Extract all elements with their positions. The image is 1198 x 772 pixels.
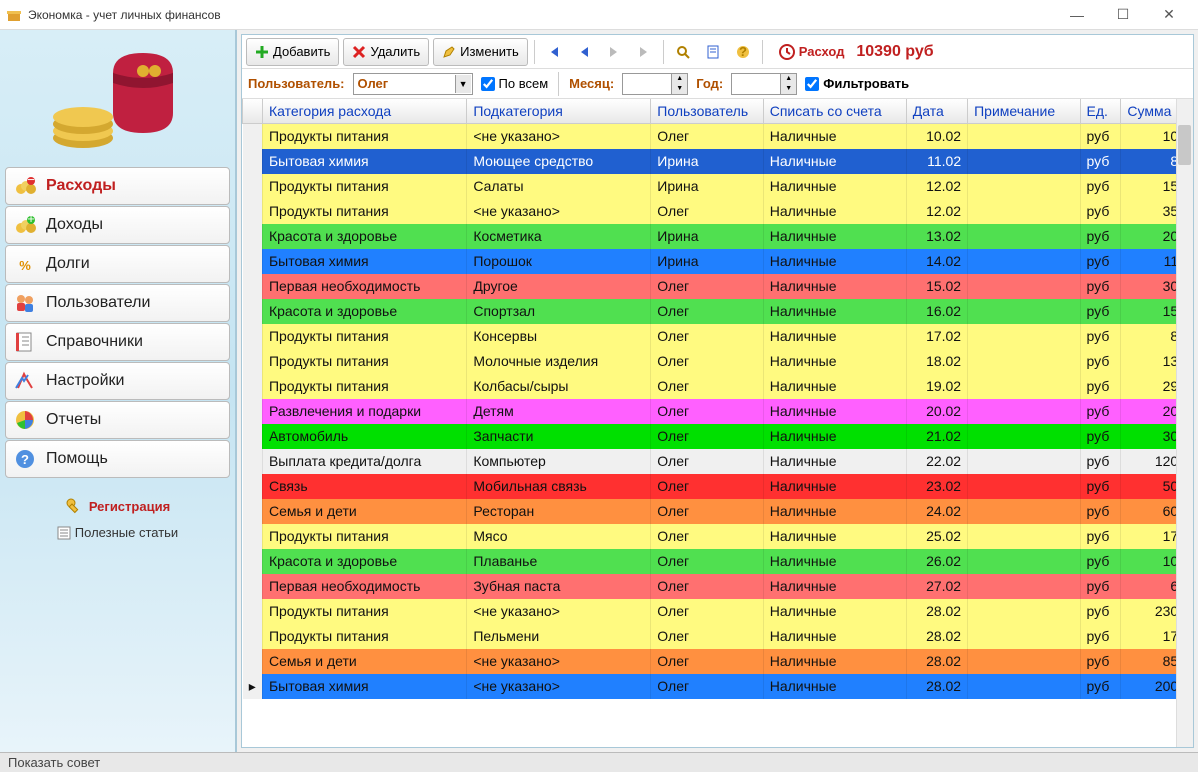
column-header[interactable]: Дата: [906, 99, 967, 124]
maximize-button[interactable]: ☐: [1100, 0, 1146, 30]
sidebar: −Расходы + Доходы% Долги Пользователи Справоч…: [0, 30, 237, 752]
column-header[interactable]: Категория расхода: [262, 99, 466, 124]
svg-text:?: ?: [21, 452, 29, 467]
sidebar-item-6[interactable]: Отчеты: [5, 401, 230, 439]
year-label: Год:: [696, 76, 723, 91]
sidebar-icon: [14, 409, 36, 431]
sidebar-icon: −: [14, 175, 36, 197]
table-row[interactable]: Красота и здоровьеПлаваньеОлегНаличные26…: [243, 549, 1193, 574]
close-button[interactable]: ✕: [1146, 0, 1192, 30]
column-header[interactable]: Ед.: [1080, 99, 1121, 124]
user-label: Пользователь:: [248, 76, 345, 91]
window-title: Экономка - учет личных финансов: [28, 8, 1054, 22]
sidebar-icon: [14, 370, 36, 392]
year-spinner[interactable]: ▲▼: [731, 73, 797, 95]
table-row[interactable]: Красота и здоровьеСпортзалОлегНаличные16…: [243, 299, 1193, 324]
toolbar: Добавить Удалить Изменить ? Расход 10390…: [242, 35, 1193, 69]
app-logo: [38, 38, 198, 158]
content-area: Добавить Удалить Изменить ? Расход 10390…: [241, 34, 1194, 748]
table-row[interactable]: Первая необходимостьДругоеОлегНаличные15…: [243, 274, 1193, 299]
sidebar-item-label: Доходы: [46, 216, 103, 234]
search-button[interactable]: [670, 39, 696, 65]
sidebar-item-4[interactable]: Справочники: [5, 323, 230, 361]
sidebar-icon: %: [14, 253, 36, 275]
table-row[interactable]: ▸Бытовая химия<не указано>ОлегНаличные28…: [243, 674, 1193, 699]
sidebar-item-2[interactable]: % Долги: [5, 245, 230, 283]
table-row[interactable]: Первая необходимостьЗубная пастаОлегНали…: [243, 574, 1193, 599]
table-row[interactable]: Продукты питания<не указано>ОлегНаличные…: [243, 124, 1193, 149]
sidebar-item-label: Настройки: [46, 372, 124, 390]
column-header[interactable]: Примечание: [968, 99, 1080, 124]
articles-link[interactable]: Полезные статьи: [57, 525, 178, 540]
table-row[interactable]: АвтомобильЗапчастиОлегНаличные21.02руб30…: [243, 424, 1193, 449]
registration-link[interactable]: Регистрация: [65, 497, 170, 515]
month-label: Месяц:: [569, 76, 614, 91]
column-header[interactable]: Пользователь: [651, 99, 763, 124]
table-row[interactable]: Продукты питанияМолочные изделияОлегНали…: [243, 349, 1193, 374]
add-button[interactable]: Добавить: [246, 38, 339, 66]
delete-button[interactable]: Удалить: [343, 38, 429, 66]
svg-text:%: %: [19, 258, 31, 273]
sidebar-item-1[interactable]: + Доходы: [5, 206, 230, 244]
sidebar-item-label: Справочники: [46, 333, 143, 351]
table-row[interactable]: Семья и дети<не указано>ОлегНаличные28.0…: [243, 649, 1193, 674]
sidebar-item-label: Долги: [46, 255, 90, 273]
table-row[interactable]: СвязьМобильная связьОлегНаличные23.02руб…: [243, 474, 1193, 499]
table-row[interactable]: Продукты питанияКолбасы/сырыОлегНаличные…: [243, 374, 1193, 399]
sidebar-item-7[interactable]: ? Помощь: [5, 440, 230, 478]
nav-first-button[interactable]: [541, 39, 567, 65]
sidebar-item-5[interactable]: Настройки: [5, 362, 230, 400]
sidebar-item-0[interactable]: −Расходы: [5, 167, 230, 205]
filter-check[interactable]: Фильтровать: [805, 76, 909, 91]
table-row[interactable]: Красота и здоровьеКосметикаИринаНаличные…: [243, 224, 1193, 249]
sidebar-item-label: Расходы: [46, 177, 116, 195]
titlebar: Экономка - учет личных финансов — ☐ ✕: [0, 0, 1198, 30]
sidebar-icon: [14, 331, 36, 353]
table-row[interactable]: Продукты питанияПельмениОлегНаличные28.0…: [243, 624, 1193, 649]
sidebar-icon: +: [14, 214, 36, 236]
scrollbar-thumb[interactable]: [1178, 125, 1191, 165]
filter-bar: Пользователь: ▼ По всем Месяц: ▲▼ Год: ▲…: [242, 69, 1193, 99]
all-users-check[interactable]: По всем: [481, 76, 549, 91]
sidebar-item-3[interactable]: Пользователи: [5, 284, 230, 322]
sidebar-item-label: Пользователи: [46, 294, 150, 312]
document-button[interactable]: [700, 39, 726, 65]
edit-button[interactable]: Изменить: [433, 38, 528, 66]
table-row[interactable]: Продукты питания<не указано>ОлегНаличные…: [243, 599, 1193, 624]
app-icon: [6, 7, 22, 23]
statusbar[interactable]: Показать совет: [0, 752, 1198, 772]
nav-next-button[interactable]: [601, 39, 627, 65]
help-button[interactable]: ?: [730, 39, 756, 65]
minimize-button[interactable]: —: [1054, 0, 1100, 30]
data-grid[interactable]: Категория расходаПодкатегорияПользовател…: [242, 99, 1193, 747]
sidebar-icon: [14, 292, 36, 314]
scrollbar[interactable]: [1176, 99, 1193, 747]
table-row[interactable]: Развлечения и подаркиДетямОлегНаличные20…: [243, 399, 1193, 424]
svg-text:+: +: [27, 214, 35, 226]
table-row[interactable]: Выплата кредита/долгаКомпьютерОлегНаличн…: [243, 449, 1193, 474]
nav-last-button[interactable]: [631, 39, 657, 65]
month-spinner[interactable]: ▲▼: [622, 73, 688, 95]
chevron-down-icon[interactable]: ▼: [455, 75, 471, 93]
table-row[interactable]: Бытовая химияМоющее средствоИринаНаличны…: [243, 149, 1193, 174]
svg-text:?: ?: [739, 45, 747, 59]
table-row[interactable]: Продукты питанияСалатыИринаНаличные12.02…: [243, 174, 1193, 199]
table-row[interactable]: Продукты питания<не указано>ОлегНаличные…: [243, 199, 1193, 224]
sidebar-item-label: Помощь: [46, 450, 108, 468]
nav-prev-button[interactable]: [571, 39, 597, 65]
table-row[interactable]: Бытовая химияПорошокИринаНаличные14.02ру…: [243, 249, 1193, 274]
svg-text:−: −: [27, 175, 35, 187]
user-combo[interactable]: ▼: [353, 73, 473, 95]
table-row[interactable]: Продукты питанияКонсервыОлегНаличные17.0…: [243, 324, 1193, 349]
expense-total: Расход 10390 руб: [779, 43, 934, 61]
table-row[interactable]: Продукты питанияМясоОлегНаличные25.02руб…: [243, 524, 1193, 549]
sidebar-item-label: Отчеты: [46, 411, 101, 429]
column-header[interactable]: Подкатегория: [467, 99, 651, 124]
sidebar-icon: ?: [14, 448, 36, 470]
table-row[interactable]: Семья и детиРесторанОлегНаличные24.02руб…: [243, 499, 1193, 524]
column-header[interactable]: Списать со счета: [763, 99, 906, 124]
